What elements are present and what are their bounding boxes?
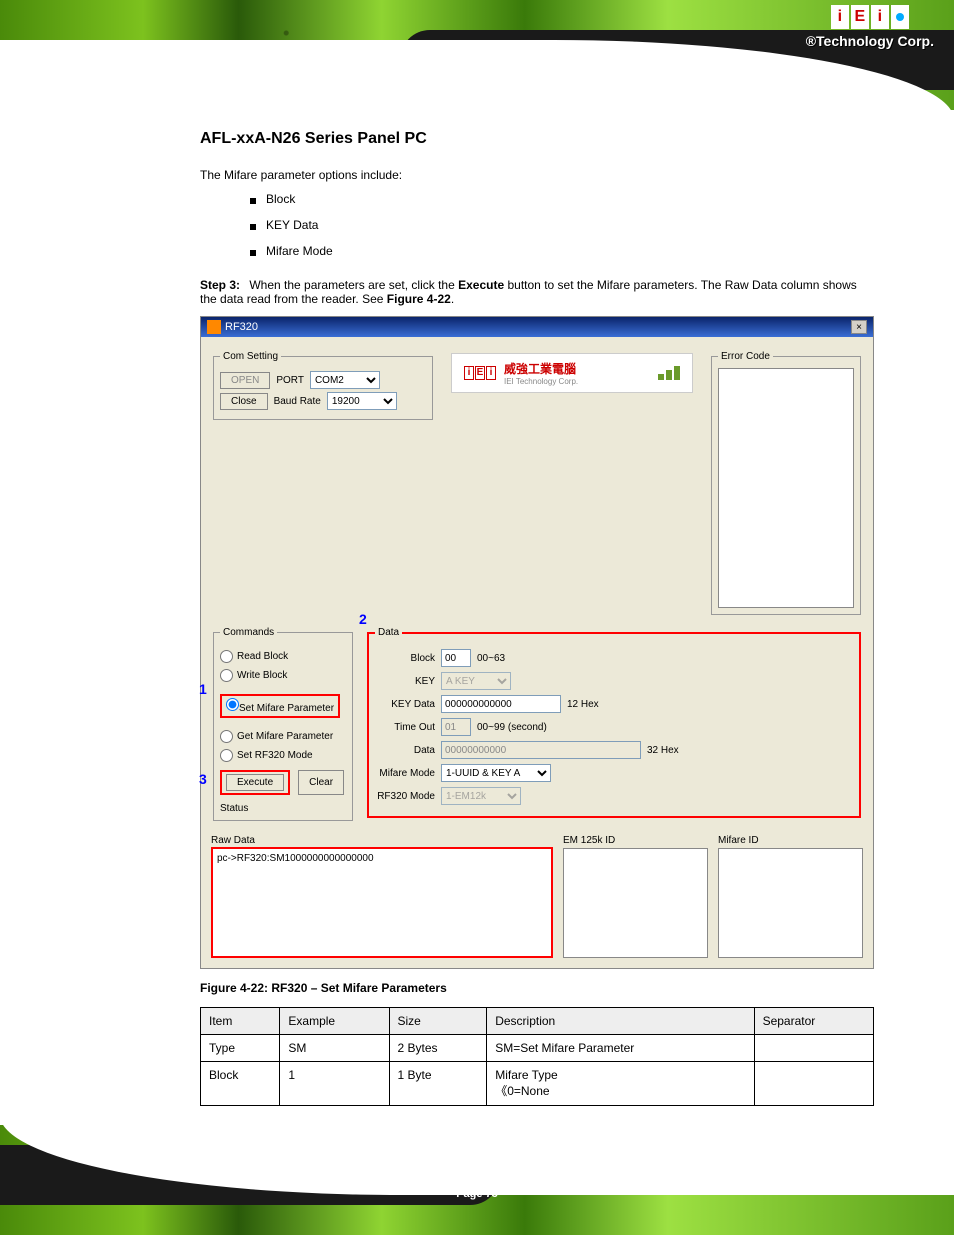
em-id-area bbox=[563, 848, 708, 958]
close-icon[interactable]: × bbox=[851, 320, 867, 334]
radio-label: Set RF320 Mode bbox=[237, 750, 313, 761]
radio-label: Get Mifare Parameter bbox=[237, 731, 333, 742]
raw-data-label: Raw Data bbox=[211, 835, 553, 846]
annotation-1: 1 bbox=[199, 681, 207, 697]
port-label: PORT bbox=[276, 375, 304, 386]
bullet-text: KEY Data bbox=[266, 218, 318, 232]
data-input bbox=[441, 741, 641, 759]
app-icon bbox=[207, 320, 221, 334]
timeout-hint: 00~99 (second) bbox=[477, 722, 547, 733]
cell: Type bbox=[201, 1035, 280, 1062]
data-label: Data bbox=[375, 745, 435, 756]
parameter-table: Item Example Size Description Separator … bbox=[200, 1007, 874, 1106]
set-rf320-radio[interactable] bbox=[220, 749, 233, 762]
bullet-icon bbox=[250, 224, 256, 230]
key-label: KEY bbox=[375, 676, 435, 687]
brand-panel: iEi 威強工業電腦 IEI Technology Corp. bbox=[445, 347, 699, 399]
block-hint: 00~63 bbox=[477, 653, 505, 664]
rf320-mode-label: RF320 Mode bbox=[375, 791, 435, 802]
window-title: RF320 bbox=[225, 321, 258, 333]
bullet-icon bbox=[250, 250, 256, 256]
app-screenshot: RF320 × Com Setting OPEN PORT COM2 Close… bbox=[200, 316, 874, 969]
error-code-group: Error Code bbox=[711, 351, 861, 615]
keydata-hint: 12 Hex bbox=[567, 699, 599, 710]
page-number: Page 73 bbox=[456, 1188, 498, 1200]
annotation-2: 2 bbox=[359, 611, 367, 627]
step-text: When the parameters are set, click the bbox=[249, 278, 458, 292]
th-desc: Description bbox=[487, 1008, 754, 1035]
com-setting-group: Com Setting OPEN PORT COM2 Close Baud Ra… bbox=[213, 351, 433, 420]
iei-logo-icon: iEi bbox=[464, 366, 496, 380]
brand-cn: 威強工業電腦 bbox=[504, 360, 578, 377]
port-select[interactable]: COM2 bbox=[310, 371, 380, 389]
set-mifare-radio[interactable] bbox=[226, 698, 239, 711]
data-group: Data Block 00~63 KEY A KEY KEY Data 12 H… bbox=[367, 627, 861, 818]
rf320-mode-select: 1-EM12k bbox=[441, 787, 521, 805]
block-label: Block bbox=[375, 653, 435, 664]
annotation-3: 3 bbox=[199, 771, 207, 787]
footer-graphic bbox=[0, 1095, 954, 1235]
status-label: Status bbox=[220, 803, 346, 814]
group-label: Com Setting bbox=[220, 351, 281, 362]
bullet-icon bbox=[250, 198, 256, 204]
th-sep: Separator bbox=[754, 1008, 873, 1035]
mifare-mode-select[interactable]: 1-UUID & KEY A bbox=[441, 764, 551, 782]
mifare-id-area bbox=[718, 848, 863, 958]
mifare-mode-label: Mifare Mode bbox=[375, 768, 435, 779]
intro-text: The Mifare parameter options include: bbox=[200, 168, 874, 182]
bullet-text: Block bbox=[266, 192, 295, 206]
timeout-label: Time Out bbox=[375, 722, 435, 733]
th-size: Size bbox=[389, 1008, 487, 1035]
key-select: A KEY bbox=[441, 672, 511, 690]
figure-caption: Figure 4-22: RF320 – Set Mifare Paramete… bbox=[200, 981, 874, 995]
step-prefix: Step 3: bbox=[200, 278, 240, 292]
data-hint: 32 Hex bbox=[647, 745, 679, 756]
cell: SM=Set Mifare Parameter bbox=[487, 1035, 754, 1062]
clear-button[interactable]: Clear bbox=[298, 770, 344, 795]
write-block-radio[interactable] bbox=[220, 669, 233, 682]
close-button[interactable]: Close bbox=[220, 393, 268, 410]
commands-group: Commands Read Block Write Block Set Mifa… bbox=[213, 627, 353, 821]
group-label: Data bbox=[375, 627, 402, 638]
open-button[interactable]: OPEN bbox=[220, 372, 270, 389]
block-input[interactable] bbox=[441, 649, 471, 667]
baud-select[interactable]: 19200 bbox=[327, 392, 397, 410]
bullet-text: Mifare Mode bbox=[266, 244, 333, 258]
execute-button[interactable]: Execute bbox=[226, 774, 284, 791]
keydata-label: KEY Data bbox=[375, 699, 435, 710]
get-mifare-radio[interactable] bbox=[220, 730, 233, 743]
read-block-radio[interactable] bbox=[220, 650, 233, 663]
cell: 2 Bytes bbox=[389, 1035, 487, 1062]
figure-ref: Figure 4-22 bbox=[387, 292, 451, 306]
raw-data-area: pc->RF320:SM1000000000000000 bbox=[211, 848, 553, 958]
page-content: AFL-xxA-N26 Series Panel PC The Mifare p… bbox=[200, 130, 874, 1106]
error-area bbox=[718, 368, 854, 608]
cell: SM bbox=[280, 1035, 389, 1062]
th-example: Example bbox=[280, 1008, 389, 1035]
table-row: Type SM 2 Bytes SM=Set Mifare Parameter bbox=[201, 1035, 874, 1062]
baud-label: Baud Rate bbox=[274, 396, 321, 407]
mifare-id-label: Mifare ID bbox=[718, 835, 863, 846]
brand-logo: iEi ®Technology Corp. bbox=[806, 5, 934, 49]
keydata-input[interactable] bbox=[441, 695, 561, 713]
group-label: Error Code bbox=[718, 351, 773, 362]
timeout-input bbox=[441, 718, 471, 736]
cell bbox=[754, 1035, 873, 1062]
radio-label: Set Mifare Parameter bbox=[239, 703, 334, 714]
window-titlebar: RF320 × bbox=[201, 317, 873, 337]
step-text: . bbox=[451, 292, 454, 306]
product-title: AFL-xxA-N26 Series Panel PC bbox=[200, 130, 874, 148]
em-id-label: EM 125k ID bbox=[563, 835, 708, 846]
execute-ref: Execute bbox=[458, 278, 504, 292]
radio-label: Read Block bbox=[237, 651, 288, 662]
radio-label: Write Block bbox=[237, 670, 287, 681]
th-item: Item bbox=[201, 1008, 280, 1035]
brand-tagline: Technology Corp. bbox=[816, 33, 934, 49]
bars-icon bbox=[658, 366, 680, 380]
raw-data-value: pc->RF320:SM1000000000000000 bbox=[217, 853, 374, 864]
group-label: Commands bbox=[220, 627, 277, 638]
brand-en: IEI Technology Corp. bbox=[504, 377, 578, 386]
header-graphic: iEi ®Technology Corp. bbox=[0, 0, 954, 140]
